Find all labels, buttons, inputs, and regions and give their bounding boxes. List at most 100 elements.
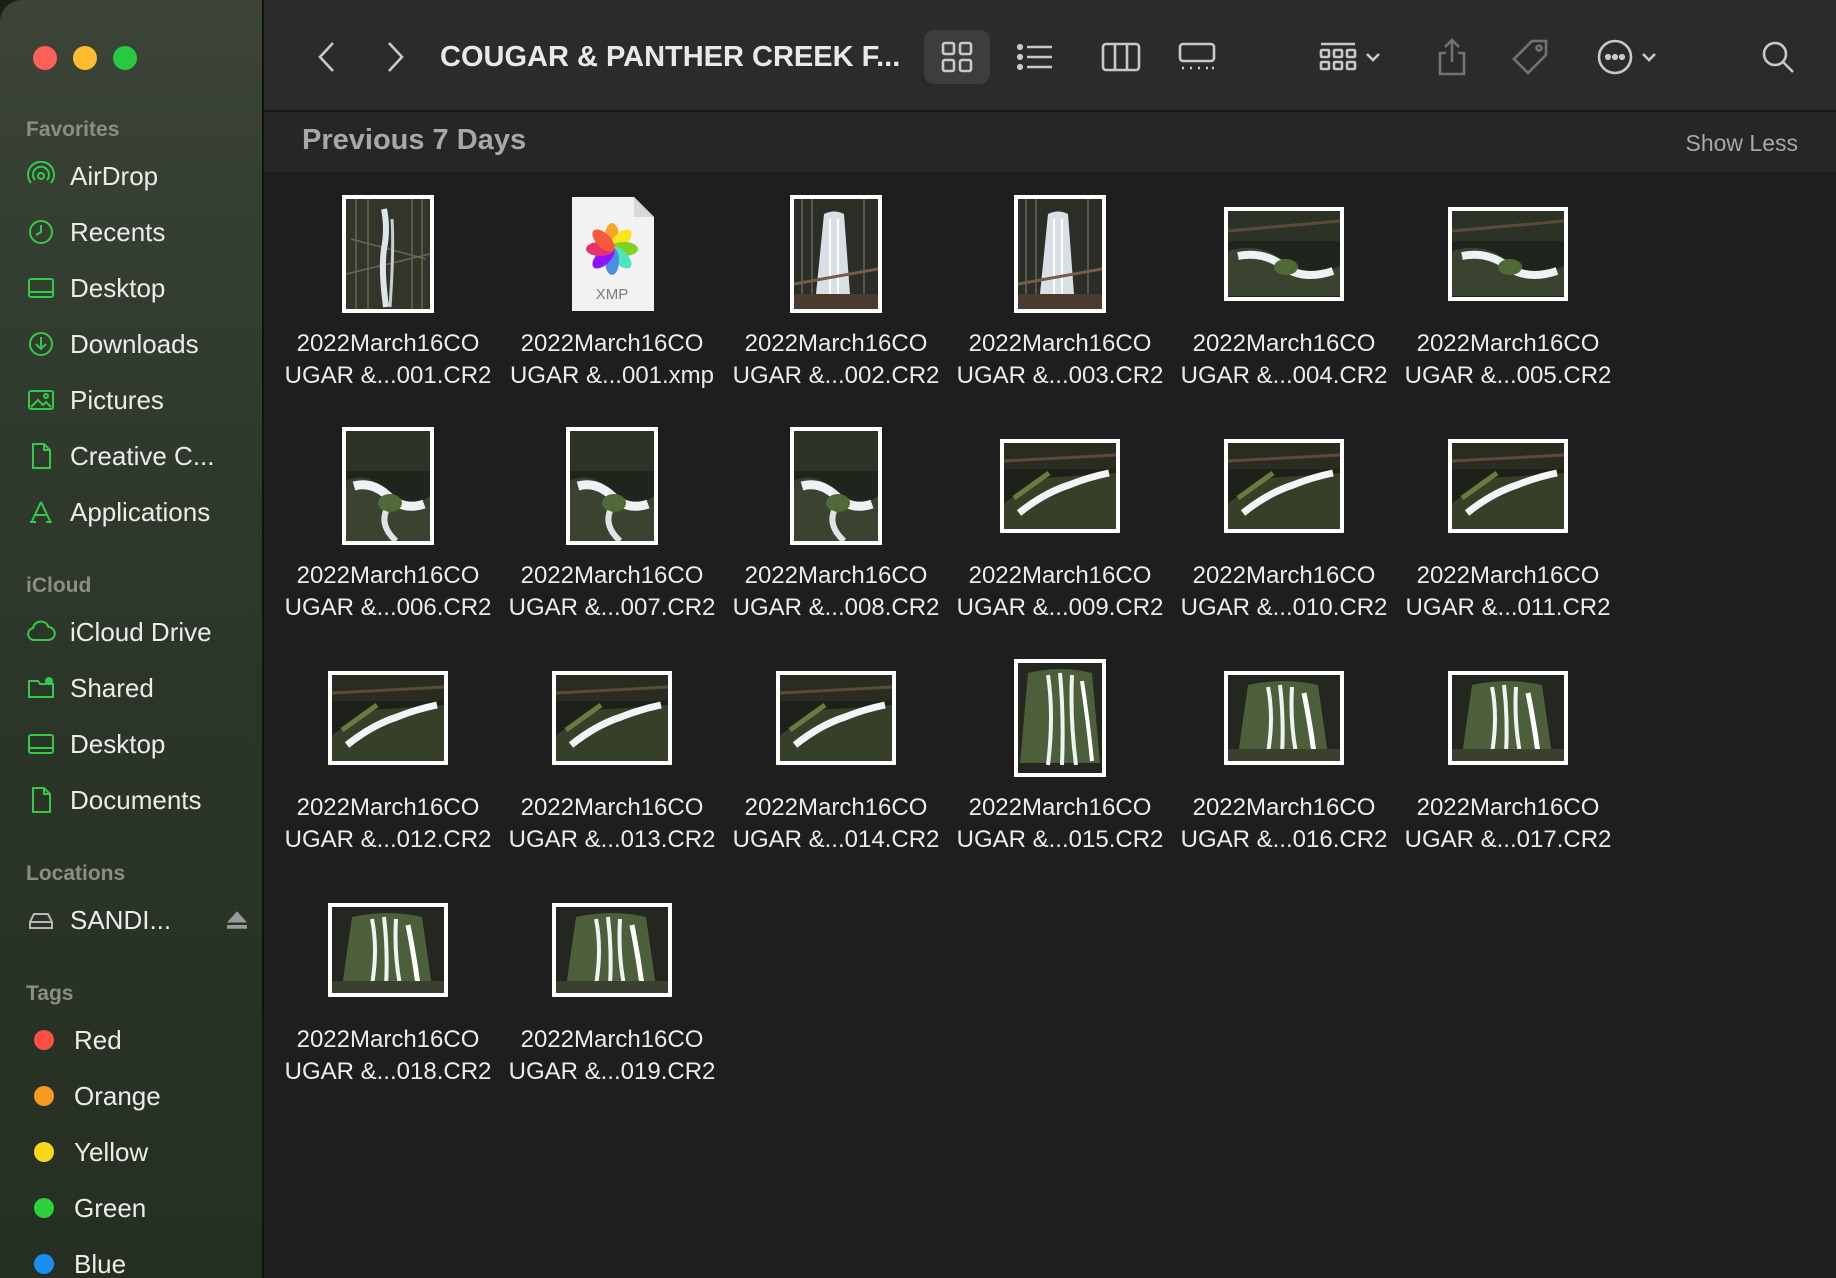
group-title: Previous 7 Days bbox=[302, 124, 527, 156]
sidebar-tag-red[interactable]: Red bbox=[26, 1018, 246, 1062]
file-name-line: UGAR &...003.CR2 bbox=[956, 362, 1164, 389]
file-name: 2022March16CO UGAR &...011.CR2 bbox=[1396, 560, 1620, 624]
sidebar-tag-blue[interactable]: Blue bbox=[26, 1242, 246, 1278]
file-item[interactable]: XMP 2022March16CO UGAR &...001.xmp bbox=[500, 190, 724, 422]
sidebar-item-applications[interactable]: Applications bbox=[26, 490, 246, 534]
file-name: 2022March16CO UGAR &...009.CR2 bbox=[948, 560, 1172, 624]
grid-icon bbox=[941, 41, 973, 73]
file-name: 2022March16CO UGAR &...006.CR2 bbox=[276, 560, 500, 624]
file-name-line: UGAR &...006.CR2 bbox=[284, 594, 492, 621]
share-button[interactable] bbox=[1424, 30, 1480, 84]
file-thumbnail-area bbox=[276, 654, 500, 782]
chevron-left-icon bbox=[318, 42, 334, 72]
file-name: 2022March16CO UGAR &...008.CR2 bbox=[724, 560, 948, 624]
file-name-line: 2022March16CO bbox=[1192, 562, 1376, 589]
file-item[interactable]: 2022March16CO UGAR &...010.CR2 bbox=[1172, 422, 1396, 654]
gallery-view-button[interactable] bbox=[1164, 30, 1230, 84]
list-icon bbox=[1016, 43, 1052, 71]
file-name: 2022March16CO UGAR &...003.CR2 bbox=[948, 328, 1172, 392]
sidebar-item-creative-cloud[interactable]: Creative C... bbox=[26, 434, 246, 478]
file-item[interactable]: 2022March16CO UGAR &...017.CR2 bbox=[1396, 654, 1620, 886]
file-name: 2022March16CO UGAR &...012.CR2 bbox=[276, 792, 500, 856]
file-name-line: 2022March16CO bbox=[968, 562, 1152, 589]
sidebar-section-locations: Locations bbox=[26, 862, 126, 885]
share-icon bbox=[1438, 38, 1466, 76]
sidebar-item-documents[interactable]: Documents bbox=[26, 778, 246, 822]
file-item[interactable]: 2022March16CO UGAR &...012.CR2 bbox=[276, 654, 500, 886]
tag-button[interactable] bbox=[1502, 30, 1558, 84]
close-button[interactable] bbox=[33, 46, 57, 70]
sidebar: Favorites AirDrop Recents Desktop Downlo… bbox=[0, 0, 264, 1278]
back-button[interactable] bbox=[304, 30, 350, 84]
file-name: 2022March16CO UGAR &...019.CR2 bbox=[500, 1024, 724, 1088]
sidebar-item-label: AirDrop bbox=[70, 160, 159, 191]
file-item[interactable]: 2022March16CO UGAR &...013.CR2 bbox=[500, 654, 724, 886]
file-item[interactable]: 2022March16CO UGAR &...011.CR2 bbox=[1396, 422, 1620, 654]
file-name-line: 2022March16CO bbox=[968, 330, 1152, 357]
sidebar-item-label: Red bbox=[74, 1024, 122, 1055]
file-item[interactable]: 2022March16CO UGAR &...015.CR2 bbox=[948, 654, 1172, 886]
file-item[interactable]: 2022March16CO UGAR &...006.CR2 bbox=[276, 422, 500, 654]
file-thumbnail bbox=[1000, 439, 1120, 533]
search-button[interactable] bbox=[1750, 30, 1806, 84]
column-view-button[interactable] bbox=[1088, 30, 1154, 84]
file-item[interactable]: 2022March16CO UGAR &...005.CR2 bbox=[1396, 190, 1620, 422]
document-icon bbox=[32, 443, 51, 469]
file-thumbnail bbox=[1448, 671, 1568, 765]
file-item[interactable]: 2022March16CO UGAR &...014.CR2 bbox=[724, 654, 948, 886]
zoom-button[interactable] bbox=[113, 46, 137, 70]
sidebar-item-downloads[interactable]: Downloads bbox=[26, 322, 246, 366]
icon-view-button[interactable] bbox=[924, 30, 990, 84]
file-name-line: UGAR &...001.xmp bbox=[509, 362, 715, 389]
sidebar-section-icloud: iCloud bbox=[26, 574, 92, 597]
sidebar-item-icloud-desktop[interactable]: Desktop bbox=[26, 722, 246, 766]
sidebar-item-sandisk[interactable]: SANDI... bbox=[26, 898, 247, 942]
group-grid-icon bbox=[1319, 42, 1357, 71]
sidebar-item-airdrop[interactable]: AirDrop bbox=[26, 154, 246, 198]
sidebar-tag-green[interactable]: Green bbox=[26, 1186, 246, 1230]
forward-button[interactable] bbox=[372, 30, 418, 84]
file-thumbnail-area bbox=[1172, 654, 1396, 782]
file-item[interactable]: 2022March16CO UGAR &...018.CR2 bbox=[276, 886, 500, 1118]
sidebar-item-recents[interactable]: Recents bbox=[26, 210, 246, 254]
show-less-button[interactable]: Show Less bbox=[1685, 130, 1798, 157]
file-thumbnail bbox=[552, 671, 672, 765]
tag-icon bbox=[1512, 39, 1548, 75]
file-item[interactable]: 2022March16CO UGAR &...004.CR2 bbox=[1172, 190, 1396, 422]
file-name-line: 2022March16CO bbox=[296, 794, 480, 821]
file-item[interactable]: 2022March16CO UGAR &...007.CR2 bbox=[500, 422, 724, 654]
file-name-line: 2022March16CO bbox=[520, 1026, 704, 1053]
file-item[interactable]: 2022March16CO UGAR &...001.CR2 bbox=[276, 190, 500, 422]
file-item[interactable]: 2022March16CO UGAR &...002.CR2 bbox=[724, 190, 948, 422]
sidebar-item-pictures[interactable]: Pictures bbox=[26, 378, 246, 422]
file-item[interactable]: 2022March16CO UGAR &...009.CR2 bbox=[948, 422, 1172, 654]
sidebar-item-shared[interactable]: Shared bbox=[26, 666, 246, 710]
file-name-line: UGAR &...002.CR2 bbox=[732, 362, 940, 389]
file-thumbnail-area bbox=[948, 190, 1172, 318]
file-thumbnail bbox=[1448, 439, 1568, 533]
clock-icon bbox=[29, 220, 53, 244]
group-header: Previous 7 Days Show Less bbox=[264, 112, 1836, 173]
chevron-right-icon bbox=[388, 42, 404, 72]
file-name-line: UGAR &...010.CR2 bbox=[1180, 594, 1388, 621]
file-item[interactable]: 2022March16CO UGAR &...016.CR2 bbox=[1172, 654, 1396, 886]
file-item[interactable]: 2022March16CO UGAR &...003.CR2 bbox=[948, 190, 1172, 422]
sidebar-tag-yellow[interactable]: Yellow bbox=[26, 1130, 246, 1174]
group-by-button[interactable] bbox=[1310, 30, 1390, 84]
file-item[interactable]: 2022March16CO UGAR &...019.CR2 bbox=[500, 886, 724, 1118]
file-thumbnail-area bbox=[724, 190, 948, 318]
finder-window: Favorites AirDrop Recents Desktop Downlo… bbox=[0, 0, 1836, 1278]
list-view-button[interactable] bbox=[1002, 30, 1068, 84]
sidebar-section-tags: Tags bbox=[26, 982, 74, 1005]
tag-dot bbox=[34, 1198, 54, 1218]
more-actions-button[interactable] bbox=[1582, 30, 1672, 84]
minimize-button[interactable] bbox=[73, 46, 97, 70]
file-thumbnail-area bbox=[276, 190, 500, 318]
file-name-line: 2022March16CO bbox=[1192, 794, 1376, 821]
file-thumbnail-area bbox=[1396, 422, 1620, 550]
eject-icon[interactable] bbox=[222, 898, 252, 942]
file-item[interactable]: 2022March16CO UGAR &...008.CR2 bbox=[724, 422, 948, 654]
sidebar-item-icloud-drive[interactable]: iCloud Drive bbox=[26, 610, 246, 654]
sidebar-tag-orange[interactable]: Orange bbox=[26, 1074, 246, 1118]
sidebar-item-desktop[interactable]: Desktop bbox=[26, 266, 246, 310]
